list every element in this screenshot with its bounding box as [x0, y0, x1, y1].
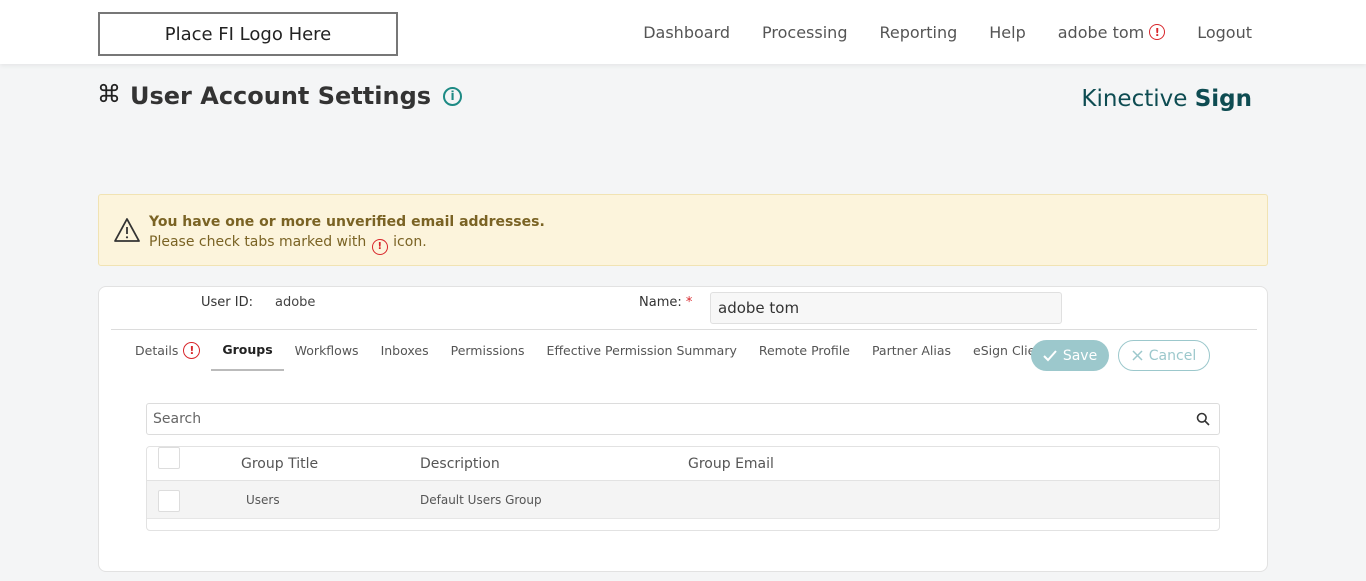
tab-permissions[interactable]: Permissions — [440, 339, 536, 371]
alert-icon: ! — [1149, 24, 1166, 40]
main-nav: Dashboard Processing Reporting Help adob… — [643, 0, 1252, 64]
command-icon — [98, 82, 120, 110]
warning-message-prefix: Please check tabs marked with — [149, 234, 367, 250]
name-input[interactable] — [710, 292, 1062, 324]
save-button[interactable]: Save — [1031, 340, 1109, 371]
check-icon — [1043, 349, 1057, 361]
tab-label: Partner Alias — [871, 343, 952, 358]
warning-message: Please check tabs marked with ! icon. — [149, 232, 545, 255]
column-group-email[interactable]: Group Email — [688, 456, 774, 472]
brand-name-bold: Sign — [1194, 86, 1252, 112]
nav-dashboard[interactable]: Dashboard — [643, 23, 730, 42]
table-header: Group Title Description Group Email — [147, 447, 1219, 481]
table-row[interactable]: Users Default Users Group — [147, 481, 1219, 519]
tab-partner-alias[interactable]: Partner Alias — [861, 339, 962, 371]
page-title: User Account Settings — [130, 82, 432, 110]
required-asterisk: * — [685, 295, 693, 310]
tab-workflows[interactable]: Workflows — [284, 339, 370, 371]
tab-inboxes[interactable]: Inboxes — [370, 339, 440, 371]
tab-label: Permissions — [450, 343, 525, 358]
search-icon[interactable] — [1196, 412, 1210, 426]
brand-name-light: Kinective — [1081, 86, 1188, 112]
select-all-checkbox[interactable] — [158, 447, 180, 469]
close-icon — [1132, 350, 1143, 361]
user-id-label: User ID: — [201, 295, 253, 310]
column-description[interactable]: Description — [420, 456, 500, 472]
column-group-title[interactable]: Group Title — [241, 456, 318, 472]
group-search — [146, 403, 1220, 435]
nav-reporting[interactable]: Reporting — [879, 23, 957, 42]
tab-remote-profile[interactable]: Remote Profile — [748, 339, 861, 371]
name-label: Name: * — [639, 295, 692, 310]
top-header: Place FI Logo Here Dashboard Processing … — [0, 0, 1366, 64]
alert-icon: ! — [371, 239, 388, 255]
tab-effective-permission-summary[interactable]: Effective Permission Summary — [536, 339, 748, 371]
nav-user-menu[interactable]: adobe tom ! — [1057, 22, 1166, 42]
unverified-email-warning: You have one or more unverified email ad… — [98, 194, 1268, 266]
tab-label: Remote Profile — [758, 343, 850, 358]
nav-logout[interactable]: Logout — [1197, 23, 1252, 42]
tab-label: Groups — [222, 342, 273, 357]
save-label: Save — [1062, 347, 1098, 364]
nav-help[interactable]: Help — [989, 23, 1025, 42]
nav-processing[interactable]: Processing — [762, 23, 847, 42]
tab-details[interactable]: Details ! — [124, 339, 211, 371]
user-id-value: adobe — [275, 295, 316, 310]
cell-group-title: Users — [246, 493, 280, 507]
cancel-label: Cancel — [1148, 347, 1197, 364]
alert-icon: ! — [183, 342, 201, 359]
page-title-row: User Account Settings i — [98, 82, 463, 110]
divider — [111, 329, 1257, 330]
warning-triangle-icon — [114, 218, 140, 242]
tab-label: Effective Permission Summary — [546, 343, 737, 358]
cancel-button[interactable]: Cancel — [1118, 340, 1210, 371]
tab-groups[interactable]: Groups — [211, 339, 284, 371]
user-settings-card: User ID: adobe Name: * Details ! Groups … — [98, 286, 1268, 572]
tab-label: Inboxes — [380, 343, 429, 358]
warning-title: You have one or more unverified email ad… — [149, 214, 545, 230]
row-checkbox[interactable] — [158, 490, 180, 512]
warning-message-suffix: icon. — [393, 234, 427, 250]
tab-label: Details — [135, 343, 179, 358]
info-icon[interactable]: i — [443, 86, 463, 106]
search-input[interactable] — [147, 404, 1177, 434]
kinective-sign-logo: Kinective Sign — [1081, 86, 1252, 112]
fi-logo-placeholder[interactable]: Place FI Logo Here — [98, 12, 398, 56]
tab-label: Workflows — [294, 343, 359, 358]
nav-user-name: adobe tom — [1057, 22, 1145, 42]
settings-tabs: Details ! Groups Workflows Inboxes Permi… — [124, 339, 1059, 371]
name-label-text: Name: — [639, 295, 682, 310]
cell-description: Default Users Group — [420, 493, 542, 507]
groups-table: Group Title Description Group Email User… — [146, 446, 1220, 531]
